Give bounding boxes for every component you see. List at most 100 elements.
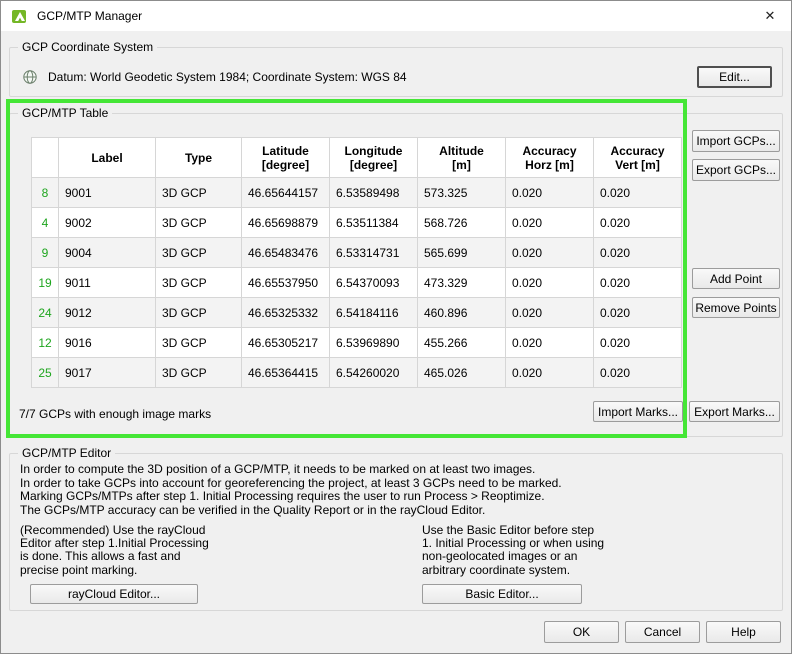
cell-label[interactable]: 9004 xyxy=(58,237,156,268)
cell-acc_horz[interactable]: 0.020 xyxy=(505,207,594,238)
cell-altitude[interactable]: 460.896 xyxy=(417,297,506,328)
cell-acc_horz[interactable]: 0.020 xyxy=(505,297,594,328)
cancel-button[interactable]: Cancel xyxy=(625,621,700,643)
cell-longitude[interactable]: 6.54370093 xyxy=(329,267,418,298)
cell-acc_horz[interactable]: 0.020 xyxy=(505,237,594,268)
cell-longitude[interactable]: 6.54184116 xyxy=(329,297,418,328)
cell-latitude[interactable]: 46.65305217 xyxy=(241,327,330,358)
cell-altitude[interactable]: 573.325 xyxy=(417,177,506,208)
cell-altitude[interactable]: 565.699 xyxy=(417,237,506,268)
column-header[interactable]: Accuracy Vert [m] xyxy=(593,137,682,178)
raycloud-editor-button[interactable]: rayCloud Editor... xyxy=(30,584,198,604)
cell-longitude[interactable]: 6.53511384 xyxy=(329,207,418,238)
import-gcps-button[interactable]: Import GCPs... xyxy=(692,130,780,152)
cell-latitude[interactable]: 46.65325332 xyxy=(241,297,330,328)
cell-altitude[interactable]: 465.026 xyxy=(417,357,506,388)
cell-type[interactable]: 3D GCP xyxy=(155,267,242,298)
cell-longitude[interactable]: 6.53314731 xyxy=(329,237,418,268)
editor-help-line: The GCPs/MTP accuracy can be verified in… xyxy=(20,502,486,517)
editor-help-line: In order to take GCPs into account for g… xyxy=(20,475,562,490)
titlebar[interactable]: GCP/MTP Manager ✕ xyxy=(1,1,791,31)
column-header[interactable]: Longitude [degree] xyxy=(329,137,418,178)
row-number[interactable]: 8 xyxy=(31,177,59,208)
row-number[interactable]: 4 xyxy=(31,207,59,238)
cell-acc_horz[interactable]: 0.020 xyxy=(505,267,594,298)
datum-text: Datum: World Geodetic System 1984; Coord… xyxy=(48,70,407,84)
cell-type[interactable]: 3D GCP xyxy=(155,237,242,268)
cell-latitude[interactable]: 46.65537950 xyxy=(241,267,330,298)
table-row: 9 9004 3D GCP 46.65483476 6.53314731 565.699 0… xyxy=(31,237,682,268)
import-marks-button[interactable]: Import Marks... xyxy=(593,401,683,422)
cell-longitude[interactable]: 6.53969890 xyxy=(329,327,418,358)
table-row: 24 9012 3D GCP 46.65325332 6.54184116 460.896… xyxy=(31,297,682,328)
raycloud-note: (Recommended) Use the rayCloud Editor af… xyxy=(20,523,209,577)
editor-help-text: In order to compute the 3D position of a… xyxy=(20,462,562,517)
export-gcps-button[interactable]: Export GCPs... xyxy=(692,159,780,181)
cell-label[interactable]: 9002 xyxy=(58,207,156,238)
ok-button[interactable]: OK xyxy=(544,621,619,643)
marks-status-text: 7/7 GCPs with enough image marks xyxy=(19,407,212,421)
cell-acc_vert[interactable]: 0.020 xyxy=(593,177,682,208)
cell-latitude[interactable]: 46.65364415 xyxy=(241,357,330,388)
cell-label[interactable]: 9016 xyxy=(58,327,156,358)
cell-longitude[interactable]: 6.53589498 xyxy=(329,177,418,208)
cell-label[interactable]: 9001 xyxy=(58,177,156,208)
row-number[interactable]: 12 xyxy=(31,327,59,358)
export-marks-button[interactable]: Export Marks... xyxy=(689,401,780,422)
cell-altitude[interactable]: 568.726 xyxy=(417,207,506,238)
cell-acc_horz[interactable]: 0.020 xyxy=(505,327,594,358)
editor-help-line: In order to compute the 3D position of a… xyxy=(20,462,536,476)
cell-latitude[interactable]: 46.65483476 xyxy=(241,237,330,268)
cell-label[interactable]: 9012 xyxy=(58,297,156,328)
add-point-button[interactable]: Add Point xyxy=(692,268,780,289)
window-title: GCP/MTP Manager xyxy=(37,9,143,23)
cell-acc_horz[interactable]: 0.020 xyxy=(505,177,594,208)
cell-acc_vert[interactable]: 0.020 xyxy=(593,357,682,388)
coordinate-system-group-label: GCP Coordinate System xyxy=(18,40,158,54)
column-header[interactable]: Label xyxy=(58,137,156,178)
cell-type[interactable]: 3D GCP xyxy=(155,207,242,238)
cell-label[interactable]: 9017 xyxy=(58,357,156,388)
cell-acc_vert[interactable]: 0.020 xyxy=(593,327,682,358)
basic-editor-button[interactable]: Basic Editor... xyxy=(422,584,582,604)
cell-type[interactable]: 3D GCP xyxy=(155,327,242,358)
cell-type[interactable]: 3D GCP xyxy=(155,177,242,208)
cell-latitude[interactable]: 46.65698879 xyxy=(241,207,330,238)
close-icon[interactable]: ✕ xyxy=(749,1,791,31)
row-number[interactable]: 19 xyxy=(31,267,59,298)
globe-icon xyxy=(22,69,38,85)
cell-acc_vert[interactable]: 0.020 xyxy=(593,237,682,268)
cell-acc_horz[interactable]: 0.020 xyxy=(505,357,594,388)
cell-type[interactable]: 3D GCP xyxy=(155,357,242,388)
gcp-table-body: 8 9001 3D GCP 46.65644157 6.53589498 573.325 0… xyxy=(31,177,682,388)
help-button[interactable]: Help xyxy=(706,621,781,643)
row-number[interactable]: 24 xyxy=(31,297,59,328)
app-icon xyxy=(11,7,29,25)
column-header[interactable]: Accuracy Horz [m] xyxy=(505,137,594,178)
table-row: 4 9002 3D GCP 46.65698879 6.53511384 568.726 0… xyxy=(31,207,682,238)
row-number[interactable]: 9 xyxy=(31,237,59,268)
table-row: 25 9017 3D GCP 46.65364415 6.54260020 465.026… xyxy=(31,357,682,388)
cell-acc_vert[interactable]: 0.020 xyxy=(593,207,682,238)
gcp-table: Label Type Latitude [degree] Longitude [deg… xyxy=(31,137,682,388)
cell-acc_vert[interactable]: 0.020 xyxy=(593,267,682,298)
cell-type[interactable]: 3D GCP xyxy=(155,297,242,328)
cell-label[interactable]: 9011 xyxy=(58,267,156,298)
gcp-table-header-row: Label Type Latitude [degree] Longitude [deg… xyxy=(31,137,682,178)
column-header[interactable]: Latitude [degree] xyxy=(241,137,330,178)
gcp-mtp-manager-window: GCP/MTP Manager ✕ GCP Coordinate System … xyxy=(0,0,792,654)
row-number[interactable]: 25 xyxy=(31,357,59,388)
column-header[interactable]: Type xyxy=(155,137,242,178)
editor-group-label: GCP/MTP Editor xyxy=(18,446,116,460)
corner-header xyxy=(31,137,59,178)
remove-points-button[interactable]: Remove Points xyxy=(692,297,780,318)
gcp-mtp-editor-group: GCP/MTP Editor In order to compute the 3… xyxy=(9,446,783,611)
cell-acc_vert[interactable]: 0.020 xyxy=(593,297,682,328)
cell-altitude[interactable]: 455.266 xyxy=(417,327,506,358)
cell-latitude[interactable]: 46.65644157 xyxy=(241,177,330,208)
edit-button[interactable]: Edit... xyxy=(697,66,772,88)
editor-help-line: Marking GCPs/MTPs after step 1. Initial … xyxy=(20,489,545,503)
column-header[interactable]: Altitude [m] xyxy=(417,137,506,178)
cell-longitude[interactable]: 6.54260020 xyxy=(329,357,418,388)
cell-altitude[interactable]: 473.329 xyxy=(417,267,506,298)
